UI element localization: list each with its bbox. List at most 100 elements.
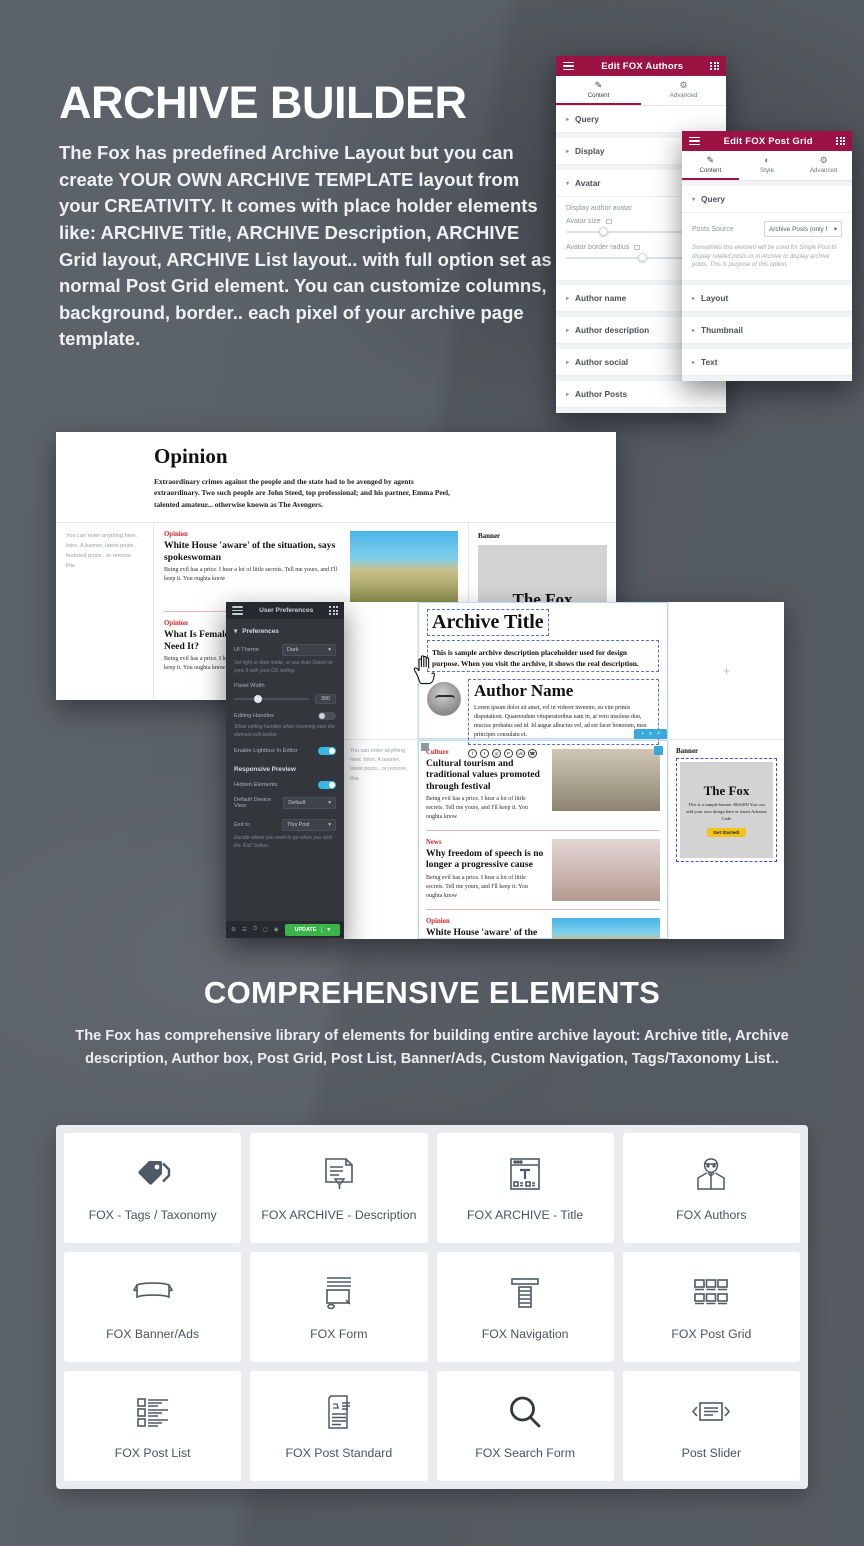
apps-grid-icon[interactable] <box>710 61 719 71</box>
posts-source-label: Posts Source <box>692 225 734 233</box>
add-icon[interactable]: + <box>641 731 644 737</box>
edit-fox-post-grid-panel[interactable]: Edit FOX Post Grid ✎ Content ◐ Style ⚙ A… <box>682 131 852 382</box>
card-fox-tags-taxonomy[interactable]: FOX - Tags / Taxonomy <box>64 1133 242 1243</box>
history-icon[interactable]: ☰ <box>242 927 247 933</box>
pencil-icon: ✎ <box>706 155 715 165</box>
section-body: The Fox has comprehensive library of ele… <box>75 1028 789 1067</box>
posts-source-select[interactable]: Archive Posts (only f ▾ <box>764 221 842 237</box>
card-fox-authors[interactable]: FOX Authors <box>622 1133 800 1243</box>
banner-element[interactable]: The Fox This is a sample banner 300x300 … <box>676 758 777 862</box>
chevron-down-icon[interactable]: ▾ <box>321 926 330 933</box>
lightbox-label: Enable Lightbox In Editor <box>234 748 298 754</box>
form-icon <box>322 1273 356 1313</box>
responsive-icon[interactable]: ◻ <box>263 927 268 933</box>
page-title: ARCHIVE BUILDER <box>59 77 467 128</box>
editing-handles-toggle[interactable] <box>318 712 336 720</box>
editor-main-canvas[interactable]: Archive Title This is sample archive des… <box>413 602 668 759</box>
archive-template-editor[interactable]: Archive Title This is sample archive des… <box>344 602 784 939</box>
editor-banner-column[interactable]: Banner The Fox This is a sample banner 3… <box>668 740 784 939</box>
hidden-elements-toggle[interactable] <box>318 781 336 789</box>
user-preferences-panel[interactable]: User Preferences ▾ Preferences UI Theme … <box>226 602 344 938</box>
drag-icon[interactable]: ≡ <box>649 731 652 737</box>
chevron-right-icon: ▸ <box>566 359 570 366</box>
editor-post-list[interactable]: Culture Cultural tourism and traditional… <box>418 740 668 939</box>
preferences-body: ▾ Preferences UI Theme Dark ▾ Set light … <box>226 619 344 921</box>
tab-advanced[interactable]: ⚙ Advanced <box>641 76 726 105</box>
post-category: Opinion <box>164 531 188 539</box>
card-fox-archive-title[interactable]: FOX ARCHIVE - Title <box>436 1133 614 1243</box>
ui-theme-select[interactable]: Dark ▾ <box>282 644 336 656</box>
update-button[interactable]: UPDATE ▾ <box>284 923 341 936</box>
post-title: White House 'aware' of the situation, sa… <box>164 540 336 563</box>
element-badge-icon[interactable] <box>421 743 429 751</box>
menu-icon[interactable] <box>689 135 700 147</box>
clock-icon[interactable]: ⏱ <box>253 926 257 933</box>
responsive-icon[interactable] <box>634 245 641 250</box>
element-handle-toolbar[interactable]: + ≡ × <box>634 729 667 739</box>
lightbox-toggle[interactable] <box>318 747 336 755</box>
card-label: FOX ARCHIVE - Title <box>467 1208 584 1222</box>
panel-width-value[interactable]: 300 <box>315 694 336 704</box>
tab-label: Content <box>587 92 610 99</box>
card-label: FOX Authors <box>676 1208 747 1222</box>
card-fox-banner-ads[interactable]: FOX Banner/Ads <box>64 1252 242 1362</box>
chevron-right-icon: ▸ <box>692 327 696 334</box>
tab-advanced[interactable]: ⚙ Advanced <box>795 151 852 180</box>
menu-icon[interactable] <box>563 60 574 72</box>
section-query[interactable]: ▾ Query <box>682 186 852 213</box>
device-view-select[interactable]: Default ▾ <box>283 797 336 809</box>
archive-title-element[interactable]: Archive Title <box>427 609 549 636</box>
card-fox-post-grid[interactable]: FOX Post Grid <box>622 1252 800 1362</box>
apps-grid-icon[interactable] <box>329 606 338 615</box>
card-fox-navigation[interactable]: FOX Navigation <box>436 1252 614 1362</box>
post-thumbnail <box>552 749 660 811</box>
banner-caption: This is a sample banner 300x300 You can … <box>686 802 767 821</box>
card-fox-post-standard[interactable]: FOX Post Standard <box>250 1371 428 1481</box>
author-box-element[interactable]: Author Name Lorem ipsum dolor sit amet, … <box>427 678 659 746</box>
panel-title: User Preferences <box>259 607 314 614</box>
menu-icon[interactable] <box>232 604 243 616</box>
card-post-slider[interactable]: Post Slider <box>622 1371 800 1481</box>
section-label: Query <box>575 114 599 124</box>
section-preferences[interactable]: ▾ Preferences <box>234 627 336 636</box>
banner-label: Banner <box>478 532 501 541</box>
list-item[interactable]: Opinion White House 'aware' of the situa… <box>426 910 660 939</box>
section-query[interactable]: ▸ Query <box>556 106 726 133</box>
tab-content[interactable]: ✎ Content <box>556 76 641 105</box>
list-icon <box>135 1392 171 1432</box>
list-item[interactable]: Culture Cultural tourism and traditional… <box>426 741 660 831</box>
panel-width-slider[interactable] <box>234 694 309 703</box>
post-thumbnail <box>552 838 660 901</box>
edit-pencil-icon[interactable] <box>654 746 663 755</box>
section-thumbnail[interactable]: ▸ Thumbnail <box>682 317 852 345</box>
banner-cta-button[interactable]: Get Started! <box>707 827 746 837</box>
gear-icon[interactable]: ⚙ <box>231 927 236 933</box>
section-text[interactable]: ▸ Text <box>682 349 852 377</box>
add-section-icon[interactable]: + <box>723 663 731 678</box>
exit-to-select[interactable]: This Post ▾ <box>282 819 336 831</box>
pencil-icon: ✎ <box>594 80 603 90</box>
card-fox-form[interactable]: FOX Form <box>250 1252 428 1362</box>
tab-label: Advanced <box>809 167 838 174</box>
close-icon[interactable]: × <box>657 731 660 737</box>
section-label: Display <box>575 146 605 156</box>
card-fox-archive-description[interactable]: FOX ARCHIVE - Description <box>250 1133 428 1243</box>
archive-description-element[interactable]: This is sample archive description place… <box>427 640 659 672</box>
card-fox-search-form[interactable]: FOX Search Form <box>436 1371 614 1481</box>
panel-footer: ⚙ ☰ ⏱ ◻ ◉ UPDATE ▾ <box>226 921 344 938</box>
section-layout[interactable]: ▸ Layout <box>682 285 852 313</box>
section-label: Author Posts <box>575 389 628 399</box>
tab-style[interactable]: ◐ Style <box>739 151 796 180</box>
eye-icon[interactable]: ◉ <box>274 927 279 933</box>
list-item[interactable]: News Why freedom of speech is no longer … <box>426 831 660 910</box>
card-fox-post-list[interactable]: FOX Post List <box>64 1371 242 1481</box>
section-author-posts[interactable]: ▸ Author Posts <box>556 381 726 408</box>
list-item[interactable]: Opinion White House 'aware' of the situa… <box>164 523 458 613</box>
tab-content[interactable]: ✎ Content <box>682 151 739 180</box>
editor-right-gutter[interactable]: + <box>668 602 784 739</box>
card-label: FOX Post Standard <box>285 1446 393 1460</box>
responsive-icon[interactable] <box>605 219 612 224</box>
divider <box>682 376 852 382</box>
card-label: FOX Banner/Ads <box>106 1327 200 1341</box>
apps-grid-icon[interactable] <box>836 136 845 146</box>
